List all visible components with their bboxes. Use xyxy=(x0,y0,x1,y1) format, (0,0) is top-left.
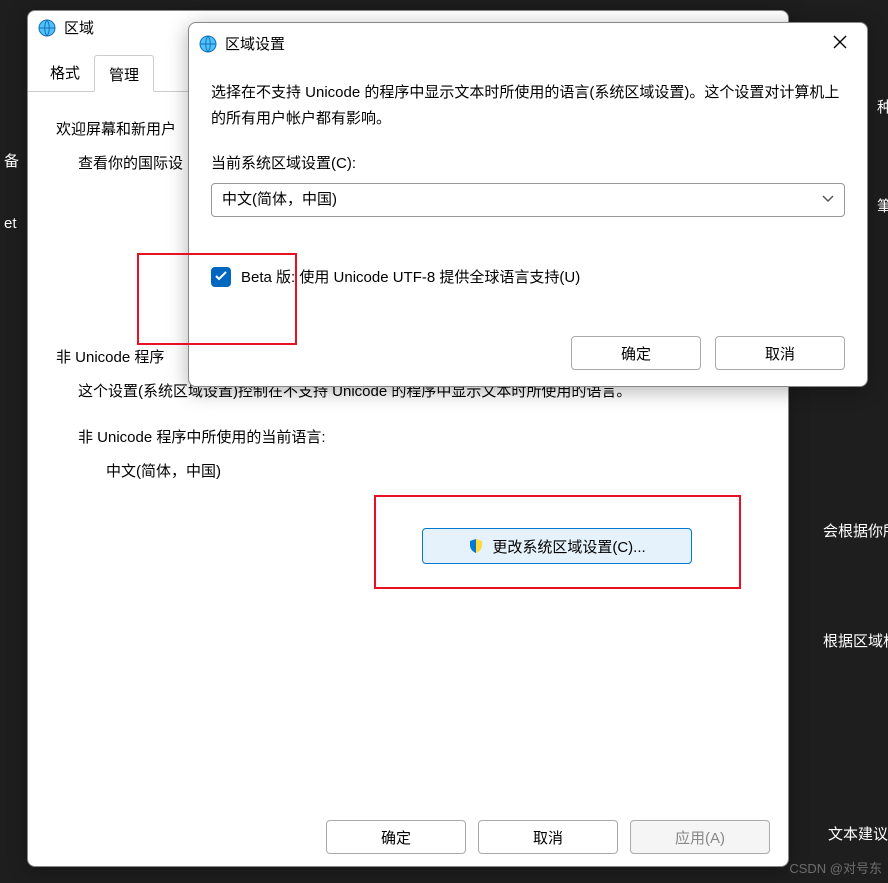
apply-button: 应用(A) xyxy=(630,820,770,854)
tab-format[interactable]: 格式 xyxy=(36,54,94,91)
bg-text: 备 xyxy=(4,150,19,171)
window-title: 区域 xyxy=(64,17,94,38)
beta-utf8-checkbox[interactable] xyxy=(211,267,231,287)
uac-shield-icon xyxy=(468,538,484,554)
locale-combobox[interactable]: 中文(简体，中国) xyxy=(211,183,845,217)
cancel-button[interactable]: 取消 xyxy=(478,820,618,854)
bg-text: 筆 xyxy=(877,195,888,216)
locale-selected-value: 中文(简体，中国) xyxy=(222,187,337,213)
beta-utf8-label: Beta 版: 使用 Unicode UTF-8 提供全球语言支持(U) xyxy=(241,265,580,291)
nonunicode-current-value: 中文(简体，中国) xyxy=(106,460,760,484)
chevron-down-icon xyxy=(822,189,834,209)
checkmark-icon xyxy=(215,265,227,289)
dialog-buttons: 确定 取消 xyxy=(571,336,845,370)
bg-text: 会根据你所在的 xyxy=(823,520,888,541)
dialog-button-row: 确定 取消 应用(A) xyxy=(326,820,770,854)
dialog-titlebar[interactable]: 区域设置 xyxy=(189,23,867,64)
bg-text: 种 xyxy=(877,96,888,117)
bg-text: et xyxy=(4,215,17,232)
dialog-description: 选择在不支持 Unicode 的程序中显示文本时所使用的语言(系统区域设置)。这… xyxy=(211,80,845,131)
region-settings-dialog: 区域设置 选择在不支持 Unicode 的程序中显示文本时所使用的语言(系统区域… xyxy=(188,22,868,387)
bg-text: 根据区域格式设 xyxy=(823,630,888,651)
bg-text: 文本建议 xyxy=(828,823,888,844)
dialog-cancel-button[interactable]: 取消 xyxy=(715,336,845,370)
globe-icon xyxy=(199,35,217,53)
globe-icon xyxy=(38,19,56,37)
locale-combo-label: 当前系统区域设置(C): xyxy=(211,151,845,177)
tab-admin[interactable]: 管理 xyxy=(94,55,154,92)
beta-utf8-row[interactable]: Beta 版: 使用 Unicode UTF-8 提供全球语言支持(U) xyxy=(211,265,845,291)
nonunicode-current-label: 非 Unicode 程序中所使用的当前语言: xyxy=(78,426,760,450)
dialog-ok-button[interactable]: 确定 xyxy=(571,336,701,370)
ok-button[interactable]: 确定 xyxy=(326,820,466,854)
change-locale-label: 更改系统区域设置(C)... xyxy=(492,536,645,557)
dialog-title: 区域设置 xyxy=(225,33,285,54)
dialog-body: 选择在不支持 Unicode 的程序中显示文本时所使用的语言(系统区域设置)。这… xyxy=(189,64,867,306)
close-icon[interactable] xyxy=(823,29,857,58)
watermark: CSDN @对号东 xyxy=(789,858,882,877)
change-system-locale-button[interactable]: 更改系统区域设置(C)... xyxy=(422,528,692,564)
